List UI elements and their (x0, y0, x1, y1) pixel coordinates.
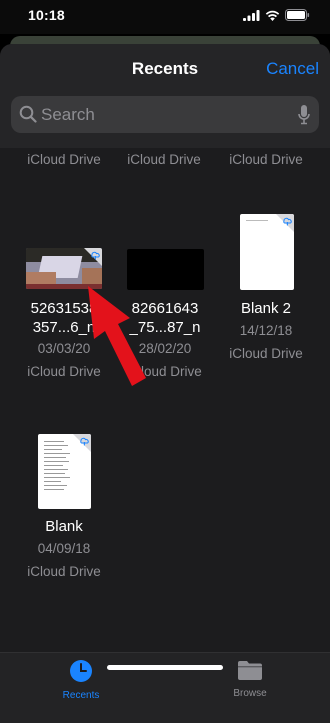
red-arrow-annotation (88, 286, 146, 386)
recents-grid: iCloud Drive iCloud Drive iCloud Drive 5… (0, 148, 330, 653)
file-location: iCloud Drive (229, 346, 303, 361)
list-item[interactable]: Blank 2 14/12/18 iCloud Drive (211, 299, 321, 363)
file-name: Blank 2 (240, 300, 292, 317)
list-item[interactable]: iCloud Drive (9, 151, 119, 169)
home-indicator[interactable] (107, 665, 223, 670)
file-location: iCloud Drive (27, 152, 101, 167)
search-bar[interactable] (11, 96, 319, 133)
search-icon (19, 105, 37, 123)
status-bar: 10:18 (0, 0, 330, 34)
list-item[interactable]: iCloud Drive (109, 151, 219, 169)
status-time: 10:18 (28, 7, 65, 23)
file-location: iCloud Drive (229, 152, 303, 167)
file-date: 04/09/18 (37, 541, 91, 556)
list-item[interactable]: Blank 04/09/18 iCloud Drive (9, 517, 119, 581)
clock-icon (70, 660, 92, 682)
file-thumbnail-document[interactable] (240, 214, 294, 290)
file-thumbnail-photo[interactable] (26, 248, 102, 289)
cloud-download-icon (84, 248, 102, 266)
folder-icon (238, 661, 262, 680)
status-icons (243, 9, 310, 21)
tab-label-recents: Recents (62, 690, 100, 701)
signal-icon (243, 9, 260, 21)
navigation-bar: Recents Cancel (0, 44, 330, 148)
list-item[interactable]: iCloud Drive (211, 151, 321, 169)
wifi-icon (265, 10, 280, 21)
battery-icon (285, 9, 310, 21)
file-location: iCloud Drive (27, 564, 101, 579)
document-picker-sheet: Recents Cancel iCloud Drive iCloud Drive (0, 44, 330, 723)
tab-bar: Recents Browse (0, 652, 330, 723)
file-date: 14/12/18 (239, 323, 293, 338)
file-name: Blank (45, 518, 83, 535)
tab-label-browse: Browse (233, 688, 267, 699)
cloud-download-icon (276, 214, 294, 232)
search-input[interactable] (41, 96, 281, 133)
cloud-download-icon (73, 434, 91, 452)
cancel-button[interactable]: Cancel (266, 59, 319, 79)
file-thumbnail-text-document[interactable] (38, 434, 91, 509)
file-location: iCloud Drive (127, 152, 201, 167)
microphone-icon[interactable] (298, 105, 310, 125)
